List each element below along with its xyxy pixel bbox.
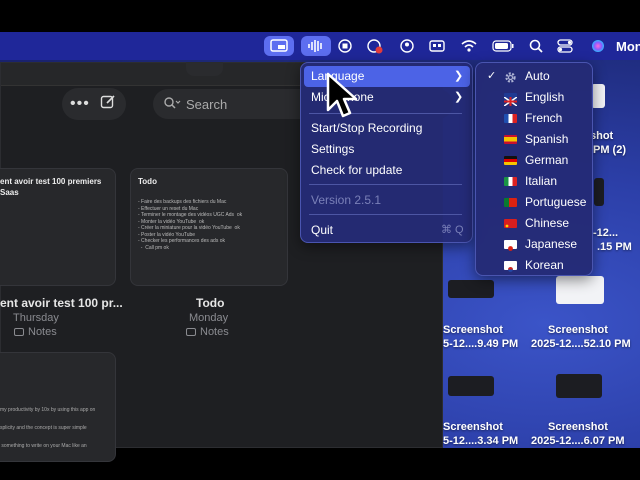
france-flag-icon xyxy=(504,114,517,123)
desktop-file-label[interactable]: 2025-12....6.07 PM xyxy=(531,435,625,447)
screenshot-thumbnail[interactable] xyxy=(448,280,494,298)
note-preview-body: - Faire des backups des fichiers du Mac … xyxy=(138,199,243,251)
spain-flag-icon xyxy=(504,135,517,144)
note-preview-title: ent avoir test 100 premiers Saas xyxy=(0,177,102,197)
germany-flag-icon xyxy=(504,156,517,165)
quit-shortcut: ⌘ Q xyxy=(441,224,464,236)
language-item-korean[interactable]: Korean xyxy=(525,258,564,272)
note-preview-body: my productivity by 10x by using this app… xyxy=(0,407,96,449)
screenshot-thumbnail[interactable] xyxy=(448,376,494,396)
note-date: Monday xyxy=(189,312,229,324)
note-folder: Notes xyxy=(28,326,57,338)
desktop-file-label[interactable]: Screenshot xyxy=(548,421,608,433)
china-flag-icon xyxy=(504,219,517,228)
language-item-japanese[interactable]: Japanese xyxy=(525,237,577,251)
desktop-file-label[interactable]: -12... xyxy=(593,227,618,239)
chevron-right-icon: ❯ xyxy=(454,70,464,82)
chevron-right-icon: ❯ xyxy=(454,91,464,103)
language-item-chinese[interactable]: Chinese xyxy=(525,216,569,230)
menu-item-check-for-update[interactable]: Check for update xyxy=(311,163,402,177)
search-icon xyxy=(163,96,181,112)
display-icon[interactable] xyxy=(428,36,446,56)
menu-item-settings[interactable]: Settings xyxy=(311,142,354,156)
wifi-icon[interactable] xyxy=(459,36,479,56)
desktop-file-label[interactable]: 2025-12....52.10 PM xyxy=(531,338,631,350)
gear-icon xyxy=(504,71,516,83)
desktop-file-label[interactable]: Screenshot xyxy=(548,324,608,336)
screenshot-thumbnail[interactable] xyxy=(556,276,604,304)
battery-icon[interactable] xyxy=(491,36,515,56)
note-date: Thursday xyxy=(13,312,59,324)
note-folder: Notes xyxy=(200,326,229,338)
record-status-icon[interactable] xyxy=(365,36,385,56)
note-title[interactable]: ent avoir test 100 pr... xyxy=(0,296,123,310)
search-icon[interactable] xyxy=(527,36,545,56)
language-item-german[interactable]: German xyxy=(525,153,568,167)
waveform-icon[interactable] xyxy=(301,36,331,56)
japan-flag-icon xyxy=(504,240,517,251)
language-item-spanish[interactable]: Spanish xyxy=(525,132,568,146)
desktop-file-label[interactable]: Screenshot xyxy=(443,421,503,433)
desktop-file-label[interactable]: 5-12....9.49 PM xyxy=(443,338,518,350)
window-tab-remnant xyxy=(186,62,223,76)
control-center-icon[interactable] xyxy=(556,36,574,56)
screenshot-thumbnail[interactable] xyxy=(556,374,602,398)
stop-record-icon[interactable] xyxy=(336,36,354,56)
menu-separator xyxy=(309,184,462,185)
language-item-auto[interactable]: Auto xyxy=(525,69,550,83)
desktop-file-label[interactable]: PM (2) xyxy=(593,144,626,156)
screen-recorder-icon[interactable] xyxy=(264,36,294,56)
language-item-italian[interactable]: Italian xyxy=(525,174,557,188)
menubar-date-label: Mon xyxy=(616,39,640,54)
user-icon[interactable] xyxy=(398,36,416,56)
desktop-file-label[interactable]: 5-12....3.34 PM xyxy=(443,435,518,447)
italy-flag-icon xyxy=(504,177,517,186)
korea-flag-icon xyxy=(504,261,517,272)
screenshot-thumbnail[interactable] xyxy=(591,84,605,108)
checkmark-icon: ✓ xyxy=(487,70,497,82)
language-item-portuguese[interactable]: Portuguese xyxy=(525,195,586,209)
menu-item-version: Version 2.5.1 xyxy=(311,193,382,207)
note-preview-title: Todo xyxy=(138,177,157,186)
desktop-file-label[interactable]: .15 PM xyxy=(597,241,632,253)
search-placeholder: Search xyxy=(186,97,228,112)
siri-icon[interactable] xyxy=(589,36,607,56)
menu-separator xyxy=(309,214,462,215)
portugal-flag-icon xyxy=(504,198,517,207)
mouse-cursor-icon xyxy=(326,72,358,125)
uk-flag-icon xyxy=(503,93,518,107)
desktop-file-label[interactable]: shot xyxy=(590,130,613,142)
language-item-french[interactable]: French xyxy=(525,111,562,125)
more-options-icon[interactable]: ••• xyxy=(70,95,90,113)
folder-icon xyxy=(186,328,196,336)
desktop-file-label[interactable]: Screenshot xyxy=(443,324,503,336)
language-item-english[interactable]: English xyxy=(525,90,564,104)
compose-icon[interactable] xyxy=(100,94,116,110)
note-title[interactable]: Todo xyxy=(196,296,224,310)
folder-icon xyxy=(14,328,24,336)
menu-item-quit[interactable]: Quit xyxy=(311,223,333,237)
screenshot-thumbnail[interactable] xyxy=(594,178,604,206)
